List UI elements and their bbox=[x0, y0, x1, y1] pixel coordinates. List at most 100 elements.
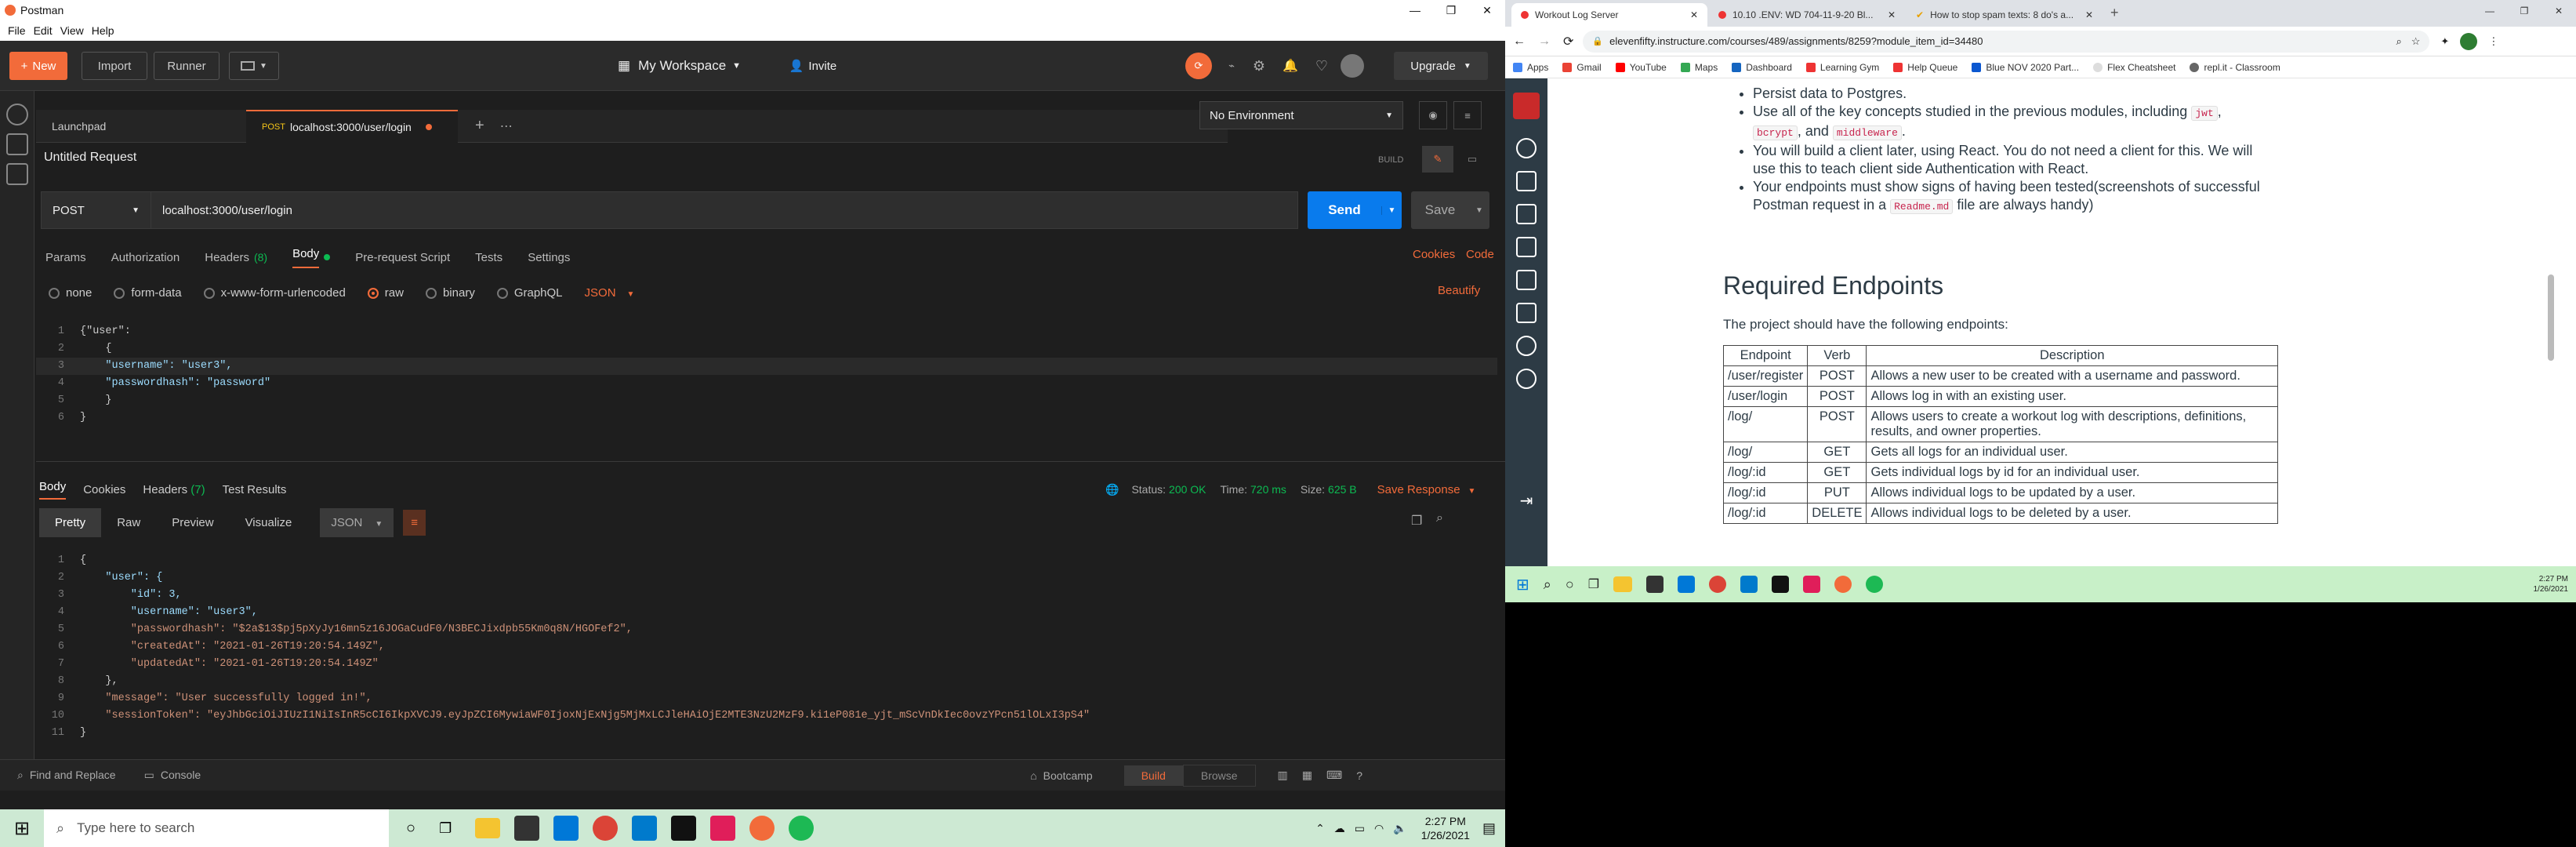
profile-avatar[interactable] bbox=[2460, 32, 2478, 50]
avatar[interactable] bbox=[1341, 54, 1364, 78]
new-window-button[interactable]: ▼ bbox=[229, 52, 279, 80]
wifi-icon[interactable]: ◠ bbox=[1374, 822, 1384, 835]
radio-graphql[interactable]: GraphQL bbox=[496, 286, 563, 300]
view-pretty[interactable]: Pretty bbox=[39, 507, 102, 537]
task-view-icon[interactable]: ❐ bbox=[439, 820, 452, 837]
chrome-icon[interactable] bbox=[1709, 576, 1727, 593]
build-mode-button[interactable]: Build bbox=[1123, 765, 1183, 786]
task-view-icon[interactable]: ❐ bbox=[1588, 576, 1599, 592]
satellite-icon[interactable]: ⌁ bbox=[1220, 60, 1243, 72]
add-tab-icon[interactable]: + bbox=[475, 117, 484, 135]
tab-pre-request-script[interactable]: Pre-request Script bbox=[355, 251, 450, 264]
bookmark-apps[interactable]: Apps bbox=[1513, 62, 1548, 73]
bookmark-blue-nov[interactable]: Blue NOV 2020 Part... bbox=[1972, 62, 2079, 73]
vscode-icon[interactable] bbox=[1740, 576, 1758, 593]
close-icon[interactable]: ✕ bbox=[2542, 5, 2576, 16]
postman-icon[interactable] bbox=[749, 816, 775, 841]
minimize-icon[interactable]: — bbox=[2473, 5, 2507, 16]
upgrade-button[interactable]: Upgrade ▼ bbox=[1394, 52, 1488, 80]
help-icon[interactable] bbox=[1516, 369, 1537, 389]
menu-view[interactable]: View bbox=[60, 24, 84, 37]
tab-body[interactable]: Body bbox=[292, 247, 320, 268]
code-link[interactable]: Code bbox=[1466, 248, 1494, 261]
close-icon[interactable]: ✕ bbox=[2085, 9, 2093, 20]
console-button[interactable]: ▭ Console bbox=[144, 769, 201, 782]
store-icon[interactable] bbox=[514, 816, 540, 841]
view-visualize[interactable]: Visualize bbox=[230, 508, 308, 537]
runner-button[interactable]: Runner bbox=[154, 52, 220, 80]
bookmark-youtube[interactable]: YouTube bbox=[1615, 62, 1667, 73]
request-name[interactable]: Untitled Request bbox=[44, 151, 136, 165]
network-icon[interactable]: ▭ bbox=[1355, 822, 1365, 835]
tab-authorization[interactable]: Authorization bbox=[111, 251, 180, 264]
help-icon[interactable]: ? bbox=[1356, 769, 1362, 782]
eye-icon[interactable]: ◉ bbox=[1419, 101, 1447, 129]
secondary-clock[interactable]: 2:27 PM 1/26/2021 bbox=[2534, 574, 2569, 594]
comments-icon[interactable]: ▭ bbox=[1457, 146, 1488, 173]
browser-tab[interactable]: ✔ How to stop spam texts: 8 do's a... ✕ bbox=[1907, 3, 2103, 27]
forward-icon[interactable]: → bbox=[1538, 35, 1551, 49]
chrome-icon[interactable] bbox=[593, 816, 619, 841]
copy-icon[interactable]: ❐ bbox=[1411, 513, 1422, 529]
workspace-dropdown[interactable]: ▦ My Workspace ▼ bbox=[618, 52, 741, 80]
address-bar[interactable]: 🔒 elevenfifty.instructure.com/courses/489… bbox=[1583, 30, 2430, 53]
star-icon[interactable]: ☆ bbox=[2411, 35, 2421, 48]
response-tab-body[interactable]: Body bbox=[39, 480, 67, 500]
keyboard-icon[interactable]: ⌨ bbox=[1326, 769, 1342, 782]
spotify-icon[interactable] bbox=[1866, 576, 1884, 593]
find-replace-button[interactable]: ⌕ Find and Replace bbox=[17, 769, 116, 782]
windows-start-icon[interactable]: ⊞ bbox=[1516, 575, 1529, 594]
zoom-icon[interactable]: ⌕ bbox=[2396, 35, 2401, 48]
tab-login-request[interactable]: POST localhost:3000/user/login bbox=[246, 109, 458, 143]
save-response-button[interactable]: Save Response ▼ bbox=[1377, 483, 1476, 496]
bookmark-dashboard[interactable]: Dashboard bbox=[1732, 62, 1792, 73]
view-preview[interactable]: Preview bbox=[156, 508, 229, 537]
collections-icon[interactable] bbox=[5, 133, 28, 155]
response-tab-headers[interactable]: Headers (7) bbox=[143, 483, 205, 496]
notifications-icon[interactable]: ▤ bbox=[1482, 820, 1496, 837]
cortana-icon[interactable]: ○ bbox=[406, 820, 415, 838]
minimize-icon[interactable]: — bbox=[1397, 4, 1433, 16]
collapse-nav-icon[interactable]: ⇥ bbox=[1505, 491, 1547, 511]
browse-mode-button[interactable]: Browse bbox=[1182, 764, 1256, 787]
spotify-icon[interactable] bbox=[789, 816, 815, 841]
settings-icon[interactable]: ⚙ bbox=[1243, 58, 1275, 75]
response-tab-test-results[interactable]: Test Results bbox=[223, 483, 287, 496]
search-icon[interactable]: ⌕ bbox=[1544, 576, 1551, 593]
postman-icon[interactable] bbox=[1834, 576, 1852, 593]
slack-icon[interactable] bbox=[1803, 576, 1821, 593]
radio-none[interactable]: none bbox=[49, 286, 92, 300]
url-input[interactable]: localhost:3000/user/login bbox=[162, 204, 292, 217]
windows-start-icon[interactable]: ⊞ bbox=[0, 817, 44, 840]
bookmark-flex-cheatsheet[interactable]: Flex Cheatsheet bbox=[2093, 62, 2175, 73]
send-button[interactable]: Send ▼ bbox=[1308, 191, 1402, 229]
store-icon[interactable] bbox=[1646, 576, 1664, 593]
reload-icon[interactable]: ⟳ bbox=[1563, 34, 1573, 49]
calendar-icon[interactable] bbox=[1516, 270, 1537, 290]
onedrive-icon[interactable]: ☁ bbox=[1334, 822, 1345, 835]
maximize-icon[interactable]: ❐ bbox=[2507, 5, 2542, 16]
history-icon[interactable] bbox=[1516, 336, 1537, 356]
vscode-icon[interactable] bbox=[632, 816, 658, 841]
new-tab-icon[interactable]: + bbox=[2110, 5, 2119, 21]
radio-raw[interactable]: raw bbox=[367, 286, 404, 300]
view-raw[interactable]: Raw bbox=[101, 508, 156, 537]
file-explorer-icon[interactable] bbox=[1613, 576, 1633, 592]
response-format-select[interactable]: JSON ▼ bbox=[320, 507, 394, 537]
tab-headers[interactable]: Headers bbox=[205, 251, 249, 264]
panel-divider[interactable] bbox=[36, 461, 1505, 462]
sync-icon[interactable]: ⟳ bbox=[1185, 53, 1212, 79]
volume-icon[interactable]: 🔈 bbox=[1393, 822, 1406, 835]
env-settings-icon[interactable]: ≡ bbox=[1453, 101, 1482, 129]
chevron-down-icon[interactable]: ▼ bbox=[1381, 205, 1402, 215]
bookmark-gmail[interactable]: Gmail bbox=[1562, 62, 1602, 73]
chevron-down-icon[interactable]: ▼ bbox=[1469, 206, 1489, 215]
response-tab-cookies[interactable]: Cookies bbox=[83, 483, 125, 496]
radio-x-www-form-urlencoded[interactable]: x-www-form-urlencoded bbox=[203, 286, 346, 300]
bookmark-maps[interactable]: Maps bbox=[1680, 62, 1718, 73]
import-button[interactable]: Import bbox=[82, 52, 147, 80]
slack-icon[interactable] bbox=[710, 816, 736, 841]
more-tabs-icon[interactable]: ⋯ bbox=[500, 118, 513, 134]
tab-settings[interactable]: Settings bbox=[528, 251, 570, 264]
notification-bell-icon[interactable]: 🔔 bbox=[1275, 58, 1306, 74]
